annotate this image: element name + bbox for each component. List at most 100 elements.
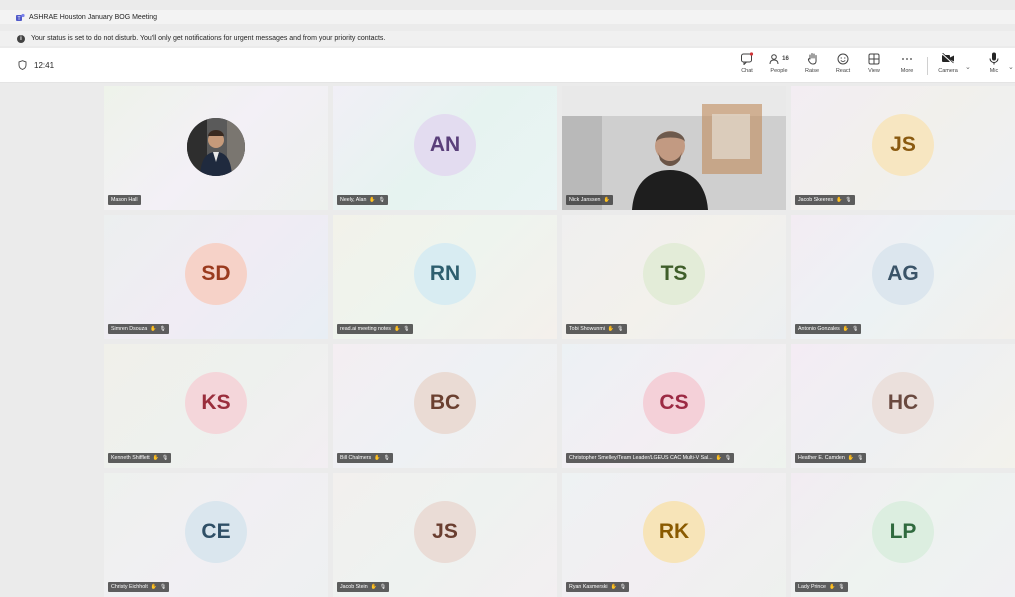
camera-off-icon [941,53,954,64]
participant-avatar: SD [185,243,247,305]
participant-avatar: RN [414,243,476,305]
participant-tile[interactable]: JS Jacob Skeeres ✋ 🎙 [791,86,1015,210]
participant-name-tag: Neely, Alan ✋ 🎙 [337,195,388,205]
participant-tile[interactable]: CS Christopher Smelley/Team Leader/LGEUS… [562,344,786,468]
hand-icon: ✋ [150,326,157,332]
info-icon: i [17,34,25,43]
participant-avatar: JS [414,501,476,563]
svg-text:T: T [17,16,20,22]
participant-name-tag: Jacob Skeeres ✋ 🎙 [795,195,855,205]
hand-icon: ✋ [152,455,160,461]
react-label: React [835,68,851,74]
hand-icon: ✋ [607,326,615,332]
participant-name: Lady Prince [798,584,826,590]
mic-off-icon: 🎙 [160,584,167,590]
mic-off-icon: 🎙 [619,584,627,590]
meeting-timer: 12:41 [18,60,54,70]
participant-tile[interactable]: KS Kenneth Shifflett ✋ 🎙 [104,344,328,468]
mic-off-icon: 🎙 [379,584,387,590]
meeting-toolbar: 12:41 Chat 16 People Raise React View Mo… [0,48,1015,83]
participant-grid: Mason Hall AN Neely, Alan ✋ 🎙 Nick Janssen… [104,86,1015,597]
chat-label: Chat [741,68,753,74]
participant-name: Bill Chalmers [340,455,372,461]
more-icon [902,57,912,60]
view-label: View [868,68,880,74]
hand-icon: ✋ [715,455,722,461]
mic-off-icon: 🎙 [838,584,845,590]
mic-off-icon: 🎙 [857,455,864,461]
view-button[interactable]: View [860,51,888,79]
participant-avatar: CE [185,501,247,563]
hand-icon: ✋ [847,455,855,461]
participant-name-tag: Ryan Kasmerski ✋ 🎙 [566,582,630,592]
toolbar-divider [927,57,928,75]
participant-name: Neely, Alan [340,197,367,203]
participant-avatar: CS [643,372,705,434]
more-label: More [900,68,914,74]
participant-tile[interactable]: AG Antonio Gonzales ✋ 🎙 [791,215,1015,339]
participant-name: read.ai meeting notes [340,326,391,332]
raise-hand-button[interactable]: Raise [798,51,826,79]
participant-name: Kenneth Shifflett [111,455,150,461]
participant-name: Antonio Gonzales [798,326,840,332]
hand-icon: ✋ [369,197,376,203]
participant-name-tag: Christopher Smelley/Team Leader/LGEUS CA… [566,453,735,463]
participant-name-tag: Tobi Showunmi ✋ 🎙 [566,324,627,334]
participant-name-tag: Nick Janssen ✋ [566,195,613,205]
participant-name-tag: Lady Prince ✋ 🎙 [795,582,848,592]
mic-label: Mic [989,68,999,74]
participant-avatar: JS [872,114,934,176]
hand-icon: ✋ [393,326,401,332]
hand-icon [807,53,817,65]
participant-tile[interactable]: TS Tobi Showunmi ✋ 🎙 [562,215,786,339]
smiley-icon [837,53,849,64]
participant-tile[interactable]: AN Neely, Alan ✋ 🎙 [333,86,557,210]
mic-off-icon: 🎙 [845,197,852,203]
participant-name-tag: read.ai meeting notes ✋ 🎙 [337,324,413,334]
mic-off-icon: 🎙 [724,455,732,461]
participant-avatar: HC [872,372,934,434]
hand-icon: ✋ [842,326,850,332]
participant-tile[interactable]: SD Simren Dsouza ✋ 🎙 [104,215,328,339]
participant-tile[interactable]: CE Christy Eichholt ✋ 🎙 [104,473,328,597]
hand-icon: ✋ [374,455,381,461]
mic-options-chevron-down-icon[interactable]: ⌄ [1008,63,1014,71]
more-button[interactable]: More [893,51,921,79]
participant-avatar: RK [643,501,705,563]
participant-name: Jacob Skeeres [798,197,834,203]
participant-name: Tobi Showunmi [569,326,605,332]
camera-button[interactable]: Camera [934,51,962,79]
people-button[interactable]: 16 People [764,51,794,79]
camera-label: Camera [938,68,958,74]
hand-icon: ✋ [836,197,843,203]
participant-tile[interactable]: BC Bill Chalmers ✋ 🎙 [333,344,557,468]
shield-icon [18,60,27,70]
react-button[interactable]: React [829,51,857,79]
mic-button[interactable]: Mic [980,51,1008,79]
window-title: ASHRAE Houston January BOG Meeting [29,13,158,21]
participant-tile[interactable]: JS Jacob Stein ✋ 🎙 [333,473,557,597]
participant-tile[interactable]: RK Ryan Kasmerski ✋ 🎙 [562,473,786,597]
participant-tile[interactable]: LP Lady Prince ✋ 🎙 [791,473,1015,597]
participant-name-tag: Christy Eichholt ✋ 🎙 [108,582,170,592]
participant-name-tag: Simren Dsouza ✋ 🎙 [108,324,169,334]
teams-icon: T [16,13,25,22]
chat-button[interactable]: Chat [733,51,761,79]
participant-tile[interactable]: RN read.ai meeting notes ✋ 🎙 [333,215,557,339]
mic-off-icon: 🎙 [159,326,166,332]
people-label: People [770,68,788,74]
mic-off-icon: 🎙 [383,455,390,461]
participant-avatar: TS [643,243,705,305]
participant-name: Christy Eichholt [111,584,148,590]
participant-tile[interactable]: Mason Hall [104,86,328,210]
raise-label: Raise [804,68,820,74]
participant-avatar: AG [872,243,934,305]
participant-tile[interactable]: HC Heather E. Camden ✋ 🎙 [791,344,1015,468]
participant-name-tag: Heather E. Camden ✋ 🎙 [795,453,867,463]
meeting-time: 12:41 [34,60,55,70]
participant-tile-active-speaker[interactable]: Nick Janssen ✋ [562,86,786,210]
mic-off-icon: 🎙 [403,326,410,332]
hand-icon: ✋ [610,584,617,590]
hand-icon: ✋ [828,584,836,590]
camera-options-chevron-down-icon[interactable]: ⌄ [965,63,971,71]
